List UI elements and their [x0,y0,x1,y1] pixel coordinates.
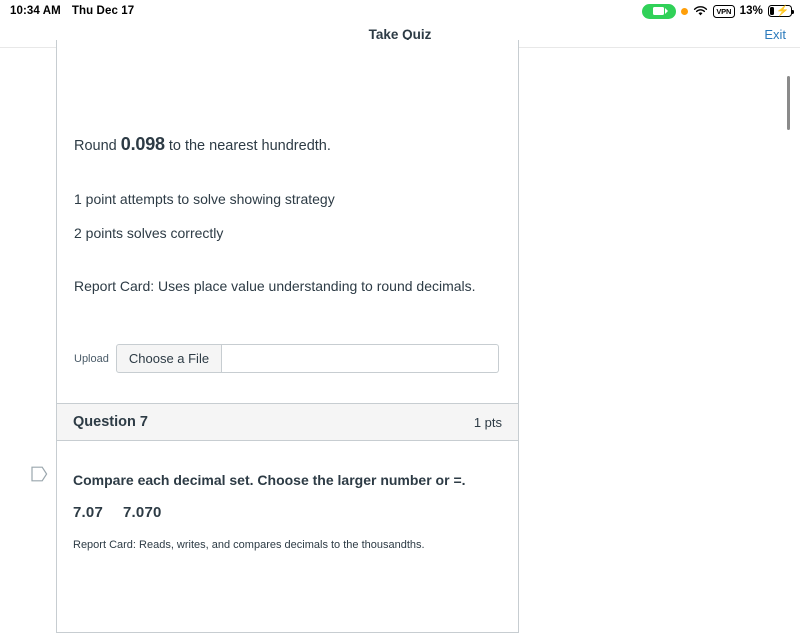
question-6-prompt: Round 0.098 to the nearest hundredth. [74,133,501,156]
question-7-body: Compare each decimal set. Choose the lar… [57,472,518,551]
question-7-values: 7.07 7.070 [73,504,502,521]
battery-charging-icon: ⚡ [768,5,794,17]
flag-question-icon[interactable] [31,466,48,482]
status-bar-time: 10:34 AM [10,5,61,17]
question-7-value-left: 7.07 [73,504,103,521]
file-name-field[interactable] [222,344,500,374]
status-bar-right: VPN 13% ⚡ [641,3,794,19]
question-6-report-card: Report Card: Uses place value understand… [74,278,476,295]
question-card-7: Question 7 1 pts Compare each decimal se… [56,403,519,633]
question-card-6: Round 0.098 to the nearest hundredth. 1 … [56,40,519,426]
quiz-scroll-area[interactable]: Round 0.098 to the nearest hundredth. 1 … [0,40,800,633]
wifi-icon [693,5,708,17]
question-7-prompt: Compare each decimal set. Choose the lar… [73,472,466,488]
battery-percent-label: 13% [739,5,763,17]
question-6-prompt-prefix: Round [74,138,121,154]
ios-status-bar: 10:34 AM Thu Dec 17 VPN 13% ⚡ [0,0,800,22]
status-bar-date: Thu Dec 17 [71,5,135,17]
choose-a-file-button[interactable]: Choose a File [115,344,223,374]
question-7-header: Question 7 1 pts [57,404,518,441]
question-6-upload-row: Upload Choose a File [74,344,501,374]
question-7-title: Question 7 [73,414,148,430]
question-7-points: 1 pts [473,414,502,430]
vertical-scrollbar-thumb[interactable] [787,76,790,130]
file-upload-control[interactable]: Choose a File [115,344,500,374]
upload-label: Upload [74,352,109,365]
vpn-badge-icon: VPN [712,4,735,18]
question-6-prompt-value: 0.098 [120,134,165,154]
status-bar-left: 10:34 AM Thu Dec 17 [10,5,134,17]
orange-dot-icon [680,7,688,15]
question-7-report-card: Report Card: Reads, writes, and compares… [73,539,425,551]
question-6-rubric-line-1: 1 point attempts to solve showing strate… [74,191,335,208]
question-7-value-right: 7.070 [123,504,162,521]
exit-button[interactable]: Exit [764,27,786,42]
question-6-prompt-suffix: to the nearest hundredth. [164,138,331,154]
screen-recording-pill-icon [641,3,676,19]
question-6-rubric-line-2: 2 points solves correctly [74,225,224,242]
